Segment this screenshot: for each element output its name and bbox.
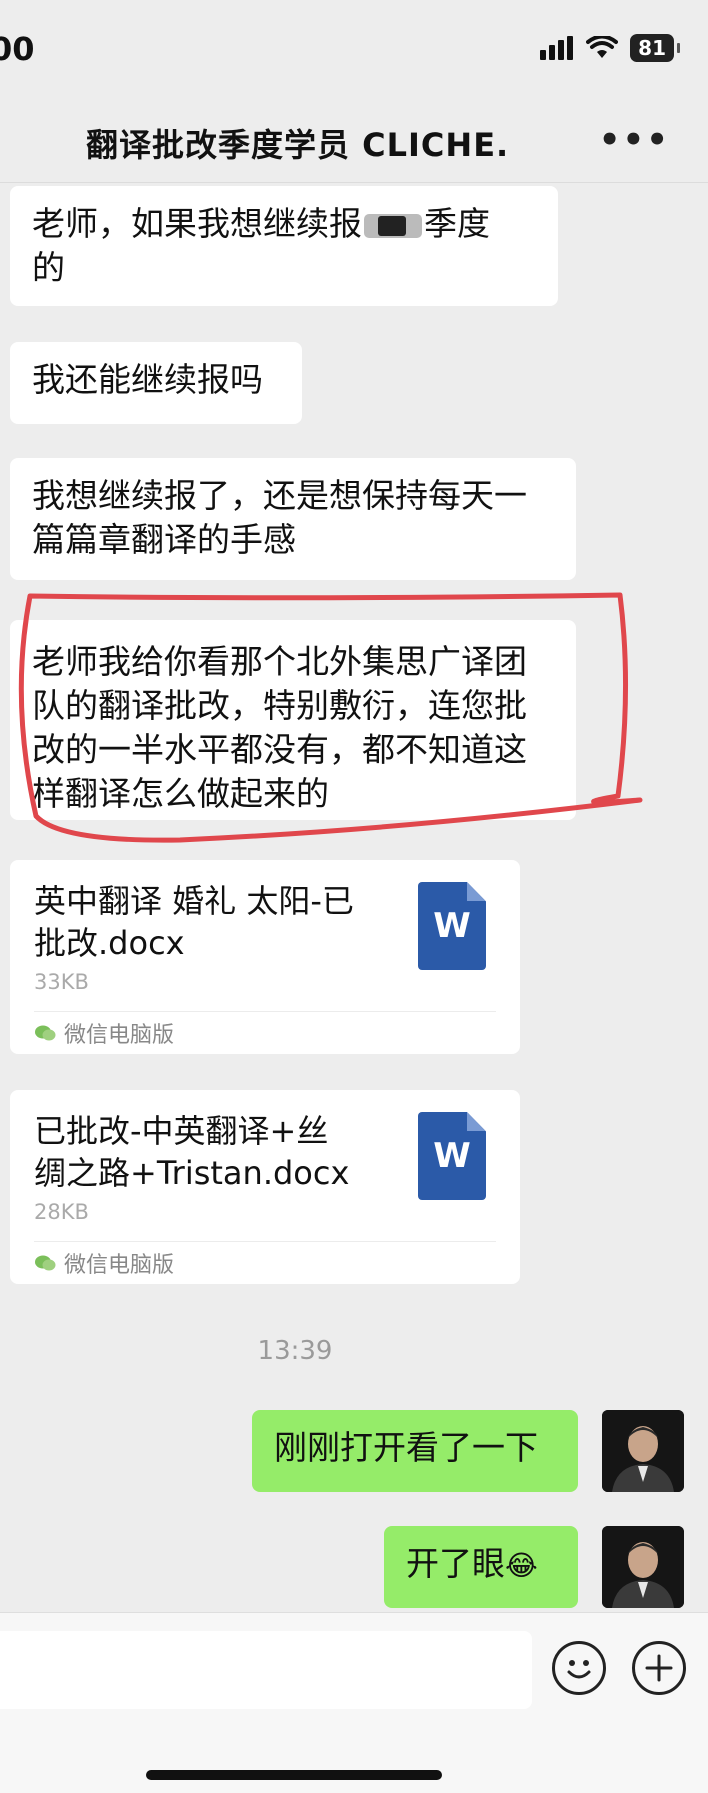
message-text: 季度 (424, 204, 490, 243)
status-time: 00 (0, 30, 35, 68)
wifi-icon (586, 36, 619, 58)
message-text: 我还能继续报吗 (32, 360, 263, 399)
status-icons: 81 (540, 34, 680, 62)
more-dots-icon[interactable]: ••• (599, 120, 670, 160)
battery-indicator: 81 (630, 34, 680, 62)
message-bubble[interactable]: 我还能继续报吗 (10, 342, 302, 424)
message-text: 篇篇章翻译的手感 (32, 520, 296, 559)
message-text: 老师，如果我想继续报 (32, 204, 362, 243)
avatar[interactable] (602, 1526, 684, 1608)
avatar-image (602, 1410, 684, 1492)
message-text: 队的翻译批改，特别敷衍，连您批 (32, 686, 527, 725)
message-text: 样翻译怎么做起来的 (32, 774, 329, 813)
file-source-label: 微信电脑版 (64, 1253, 175, 1278)
message-timestamp: 13:39 (257, 1336, 333, 1366)
file-name: 英中翻译 婚礼 太阳-已 批改.docx (34, 882, 354, 962)
status-bar: 00 81 (0, 0, 708, 100)
wechat-logo-icon (35, 1255, 56, 1271)
word-file-icon: W (418, 882, 486, 970)
file-source: 微信电脑版 (34, 1241, 496, 1284)
message-text: 开了眼 (406, 1544, 505, 1583)
file-source: 微信电脑版 (34, 1011, 496, 1054)
file-message[interactable]: 英中翻译 婚礼 太阳-已 批改.docx 33KB W 微信电脑版 (10, 860, 520, 1054)
message-text: 刚刚打开看了一下 (274, 1428, 538, 1467)
word-file-icon: W (418, 1112, 486, 1200)
message-bubble-own[interactable]: 开了眼😂 (384, 1526, 578, 1608)
message-text: 老师我给你看那个北外集思广译团 (32, 642, 527, 681)
input-bar (0, 1612, 708, 1793)
wechat-logo-icon (35, 1025, 56, 1041)
avatar[interactable] (602, 1410, 684, 1492)
message-bubble[interactable]: 老师，如果我想继续报 季度 的 (10, 186, 558, 306)
file-message[interactable]: 已批改-中英翻译+丝 绸之路+Tristan.docx 28KB W 微信电脑版 (10, 1090, 520, 1284)
file-size: 33KB (34, 970, 89, 994)
message-bubble[interactable]: 我想继续报了，还是想保持每天一 篇篇章翻译的手感 (10, 458, 576, 580)
file-name: 已批改-中英翻译+丝 绸之路+Tristan.docx (34, 1112, 350, 1192)
emoji-icon[interactable] (552, 1641, 606, 1695)
chat-title: 翻译批改季度学员 CLICHE. (86, 126, 510, 164)
avatar-image (602, 1526, 684, 1608)
message-bubble-own[interactable]: 刚刚打开看了一下 (252, 1410, 578, 1492)
message-text: 的 (32, 248, 65, 287)
message-text: 改的一半水平都没有，都不知道这 (32, 730, 527, 769)
chat-header: 翻译批改季度学员 CLICHE. ••• (0, 100, 708, 183)
laugh-emoji-icon: 😂 (505, 1549, 538, 1582)
message-bubble[interactable]: 老师我给你看那个北外集思广译团 队的翻译批改，特别敷衍，连您批 改的一半水平都没… (10, 620, 576, 820)
home-indicator (146, 1770, 442, 1780)
redacted-mark (364, 213, 422, 238)
cellular-signal-icon (540, 36, 574, 60)
file-source-label: 微信电脑版 (64, 1023, 175, 1048)
plus-icon[interactable] (632, 1641, 686, 1695)
message-input[interactable] (0, 1631, 532, 1709)
file-size: 28KB (34, 1200, 89, 1224)
message-text: 我想继续报了，还是想保持每天一 (32, 476, 527, 515)
